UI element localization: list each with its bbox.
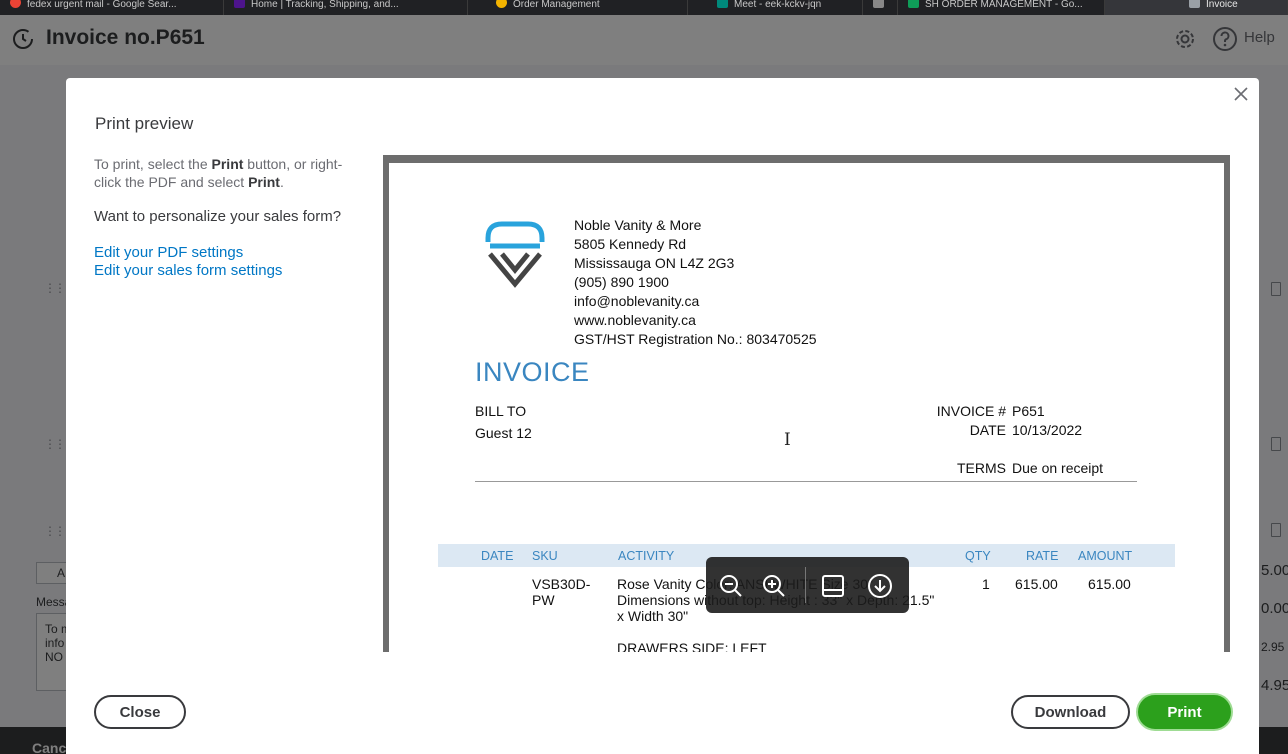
quickbooks-icon: [1189, 0, 1200, 8]
column-rate: RATE: [1026, 549, 1059, 563]
invoice-date: 10/13/2022: [1012, 422, 1083, 438]
company-website: www.noblevanity.ca: [574, 312, 696, 328]
company-email: info@noblevanity.ca: [574, 293, 700, 309]
company-phone: (905) 890 1900: [574, 274, 669, 290]
edit-sales-form-settings-link[interactable]: Edit your sales form settings: [94, 262, 282, 279]
invoice-heading: INVOICE: [475, 357, 590, 387]
toolbar-divider: [805, 567, 806, 603]
order-management-icon: [496, 0, 507, 8]
company-address-1: 5805 Kennedy Rd: [574, 236, 687, 252]
browser-tab-fedex[interactable]: Home | Tracking, Shipping, and...: [224, 0, 468, 15]
pdf-preview[interactable]: Noble Vanity & More 5805 Kennedy Rd Miss…: [383, 155, 1230, 652]
terms-label: TERMS: [957, 460, 1006, 476]
google-icon: [10, 0, 21, 8]
bill-to-name: Guest 12: [475, 425, 532, 441]
divider: [475, 481, 1137, 482]
download-icon[interactable]: [866, 572, 894, 600]
print-preview-dialog: Print preview To print, select the Print…: [66, 78, 1259, 754]
browser-tab-order-management[interactable]: Order Management: [468, 0, 688, 15]
invoice-number-label: INVOICE #: [936, 403, 1006, 419]
line-amount: 615.00: [1088, 576, 1131, 592]
close-icon[interactable]: [1231, 84, 1251, 104]
invoice-terms: Due on receipt: [1012, 460, 1104, 476]
browser-tab-meet[interactable]: Meet - eek-kckv-jqn: [688, 0, 863, 15]
column-date: DATE: [481, 549, 514, 563]
dialog-title: Print preview: [95, 114, 194, 133]
print-button[interactable]: Print: [1138, 695, 1231, 729]
browser-tab-small[interactable]: [863, 0, 898, 15]
line-rate: 615.00: [1015, 576, 1058, 592]
column-activity: ACTIVITY: [618, 549, 675, 563]
column-sku: SKU: [532, 549, 558, 563]
bill-to-label: BILL TO: [475, 403, 527, 419]
company-name: Noble Vanity & More: [574, 217, 702, 233]
sheets-icon: [908, 0, 919, 8]
line-qty: 1: [982, 576, 990, 592]
pdf-toolbar: [706, 557, 909, 613]
browser-tab-sheets[interactable]: SH ORDER MANAGEMENT - Go...: [898, 0, 1105, 15]
column-qty: QTY: [965, 549, 991, 563]
company-tax-registration: GST/HST Registration No.: 803470525: [574, 331, 817, 347]
print-instructions: To print, select the Print button, or ri…: [94, 156, 343, 190]
fit-page-icon[interactable]: [819, 572, 847, 600]
browser-tab-google-search[interactable]: fedex urgent mail - Google Sear...: [0, 0, 224, 15]
company-details: Noble Vanity & More 5805 Kennedy Rd Miss…: [574, 216, 817, 349]
fedex-icon: [234, 0, 245, 8]
download-button[interactable]: Download: [1011, 695, 1130, 729]
text-cursor-icon: I: [784, 430, 791, 450]
date-label: DATE: [969, 422, 1006, 438]
meet-icon: [717, 0, 728, 8]
browser-tab-invoice[interactable]: Invoice: [1105, 0, 1288, 15]
browser-tab-strip: fedex urgent mail - Google Sear... Home …: [0, 0, 1288, 15]
company-address-2: Mississauga ON L4Z 2G3: [574, 255, 735, 271]
personalize-heading: Want to personalize your sales form?: [94, 208, 342, 225]
company-logo: [485, 221, 545, 288]
invoice-page: Noble Vanity & More 5805 Kennedy Rd Miss…: [389, 163, 1224, 652]
zoom-in-icon[interactable]: [760, 572, 788, 600]
close-button[interactable]: Close: [94, 695, 186, 729]
line-sku: VSB30D- PW: [532, 576, 591, 608]
edit-pdf-settings-link[interactable]: Edit your PDF settings: [94, 244, 243, 261]
column-amount: AMOUNT: [1078, 549, 1133, 563]
invoice-number: P651: [1012, 403, 1045, 419]
zoom-out-icon[interactable]: [717, 572, 745, 600]
tab-icon: [873, 0, 884, 8]
